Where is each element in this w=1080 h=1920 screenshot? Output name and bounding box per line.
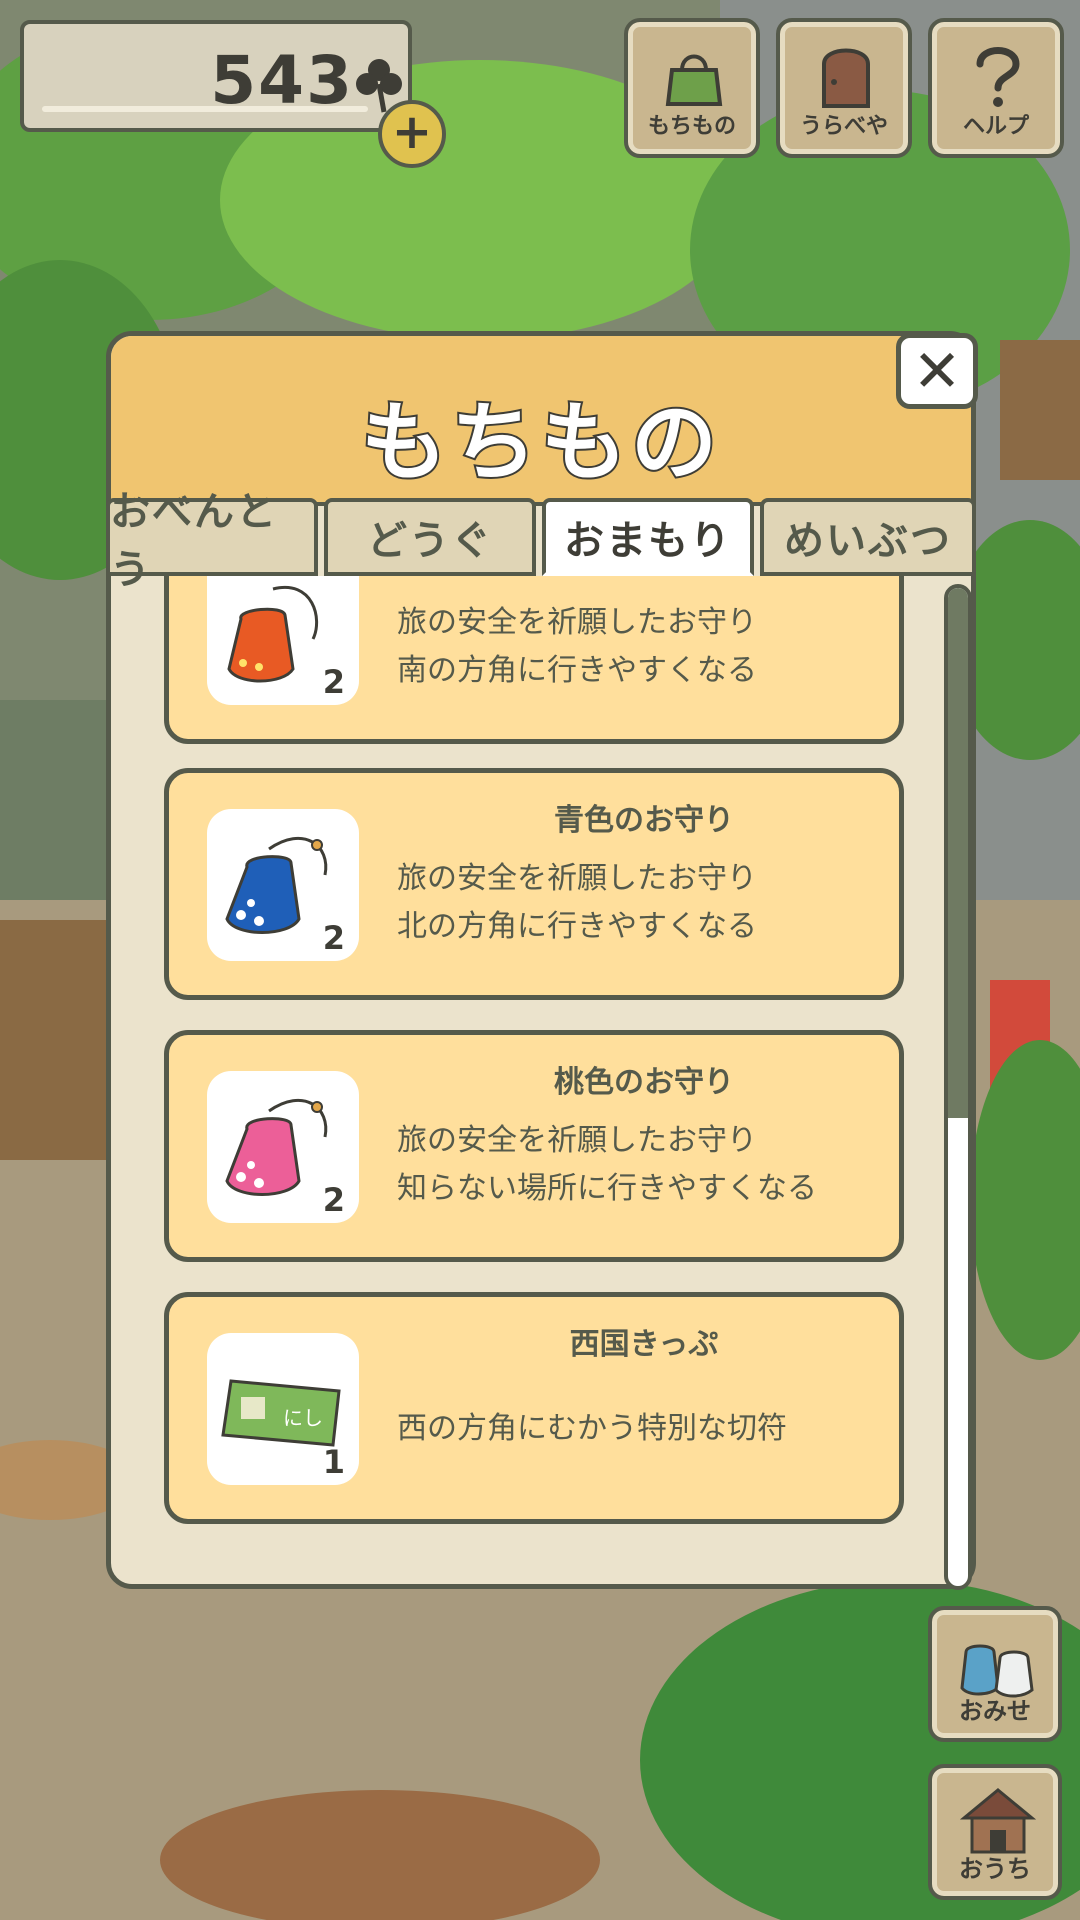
question-icon — [976, 47, 1020, 107]
item-thumbnail: 2 — [207, 1071, 359, 1223]
clover-count: 543 — [210, 42, 354, 119]
item-title: 桃色のお守り — [554, 1065, 734, 1100]
list-item[interactable]: にし 1 西国きっぷ 西の方角にむかう特別な切符 — [164, 1292, 904, 1524]
list-item[interactable]: 2 旅の安全を祈願したお守り 南の方角に行きやすくなる — [164, 576, 904, 744]
item-title: 西国きっぷ — [569, 1327, 719, 1362]
item-description: 旅の安全を祈願したお守り 南の方角に行きやすくなる — [397, 599, 879, 695]
scrollbar-thumb[interactable] — [948, 588, 968, 1118]
add-clover-button[interactable]: + — [378, 100, 446, 168]
list-scrollbar[interactable] — [944, 584, 972, 1590]
backroom-button-label: うらべや — [799, 114, 888, 139]
tab-bento[interactable]: おべんとう — [106, 489, 318, 593]
item-quantity: 2 — [322, 919, 345, 957]
door-icon — [822, 48, 870, 108]
item-description-line: 旅の安全を祈願したお守り — [397, 861, 757, 896]
ticket-label: にし — [283, 1406, 323, 1430]
shop-button-label: おみせ — [959, 1697, 1031, 1725]
list-item[interactable]: 2 青色のお守り 旅の安全を祈願したお守り 北の方角に行きやすくなる — [164, 768, 904, 1000]
item-description-line: 旅の安全を祈願したお守り — [397, 1123, 757, 1158]
item-description-line: 旅の安全を祈願したお守り — [397, 605, 757, 640]
inventory-button[interactable]: もちもの — [624, 18, 760, 158]
item-description-line: 西の方角にむかう特別な切符 — [397, 1411, 787, 1446]
shop-button[interactable]: おみせ — [928, 1606, 1062, 1742]
item-description-line: 北の方角に行きやすくなる — [397, 909, 757, 944]
bag-icon — [665, 54, 723, 106]
item-quantity: 2 — [322, 1181, 345, 1219]
item-quantity: 2 — [322, 663, 345, 701]
item-thumbnail: 2 — [207, 576, 359, 705]
item-description: 旅の安全を祈願したお守り 知らない場所に行きやすくなる — [397, 1117, 879, 1213]
tab-tools[interactable]: どうぐ — [324, 498, 536, 576]
item-quantity: 1 — [322, 1443, 345, 1481]
clover-counter: 543 — [20, 20, 412, 132]
item-description-line: 知らない場所に行きやすくなる — [397, 1171, 817, 1206]
home-button[interactable]: おうち — [928, 1764, 1062, 1900]
help-button[interactable]: ヘルプ — [928, 18, 1064, 158]
close-icon: ✕ — [912, 337, 962, 405]
home-button-label: おうち — [959, 1855, 1031, 1883]
help-button-label: ヘルプ — [962, 114, 1029, 139]
inventory-button-label: もちもの — [647, 114, 736, 139]
item-description-line: 南の方角に行きやすくなる — [397, 653, 757, 688]
plus-icon: + — [391, 104, 433, 160]
close-button[interactable]: ✕ — [896, 333, 978, 409]
tab-charms[interactable]: おまもり — [542, 498, 754, 576]
backroom-button[interactable]: うらべや — [776, 18, 912, 158]
list-item[interactable]: 2 桃色のお守り 旅の安全を祈願したお守り 知らない場所に行きやすくなる — [164, 1030, 904, 1262]
item-title: 青色のお守り — [554, 803, 734, 838]
item-description: 西の方角にむかう特別な切符 — [397, 1405, 879, 1453]
item-description: 旅の安全を祈願したお守り 北の方角に行きやすくなる — [397, 855, 879, 951]
tab-souvenirs[interactable]: めいぶつ — [760, 498, 976, 576]
item-list[interactable]: 2 旅の安全を祈願したお守り 南の方角に行きやすくなる 2 青色のお守り 旅の安… — [106, 576, 976, 1576]
item-thumbnail: 2 — [207, 809, 359, 961]
item-thumbnail: にし 1 — [207, 1333, 359, 1485]
category-tabs: おべんとう どうぐ おまもり めいぶつ — [106, 489, 976, 593]
